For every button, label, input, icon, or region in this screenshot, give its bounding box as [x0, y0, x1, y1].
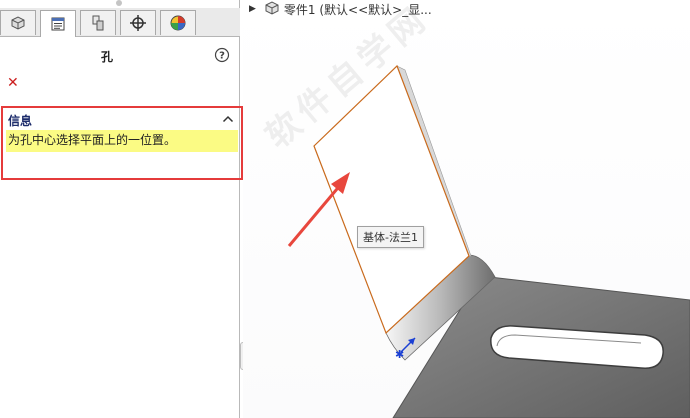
- feature-tooltip: 基体-法兰1: [357, 226, 424, 248]
- appearance-icon: [170, 15, 186, 31]
- info-section: 信息 为孔中心选择平面上的一位置。: [1, 106, 243, 180]
- property-manager-panel: 孔 ? ✕ 信息 为孔中心选择平面上的一位置。: [0, 0, 243, 418]
- panel-grip[interactable]: [116, 0, 122, 6]
- graphics-area[interactable]: ✱ 软件自学网 ▶ 零件1 (默认<<默认>_显... 基体-法兰1: [243, 0, 690, 418]
- tab-feature-manager[interactable]: [0, 10, 36, 35]
- configuration-manager-icon: [92, 15, 104, 31]
- tab-property-manager[interactable]: [40, 10, 76, 37]
- dimxpert-icon: [130, 15, 146, 31]
- info-header: 信息: [8, 114, 33, 128]
- panel-title: 孔: [100, 50, 113, 64]
- svg-text:?: ?: [219, 51, 225, 62]
- svg-text:✱: ✱: [395, 348, 404, 361]
- part-model[interactable]: ✱: [243, 0, 690, 418]
- manager-tabs: [0, 8, 240, 37]
- expand-arrow-icon[interactable]: ▶: [249, 4, 256, 14]
- chevron-up-icon[interactable]: [222, 113, 234, 127]
- feature-manager-icon: [11, 16, 25, 30]
- property-manager-icon: [51, 17, 65, 31]
- part-icon: [264, 0, 280, 19]
- help-icon[interactable]: ?: [214, 47, 230, 66]
- info-message: 为孔中心选择平面上的一位置。: [6, 130, 238, 152]
- tab-appearance[interactable]: [160, 10, 196, 35]
- close-icon[interactable]: ✕: [7, 75, 19, 91]
- tab-dimxpert[interactable]: [120, 10, 156, 35]
- part-name: 零件1 (默认<<默认>_显...: [283, 2, 432, 17]
- tab-configuration-manager[interactable]: [80, 10, 116, 35]
- feature-tree-breadcrumb[interactable]: ▶ 零件1 (默认<<默认>_显...: [249, 0, 432, 18]
